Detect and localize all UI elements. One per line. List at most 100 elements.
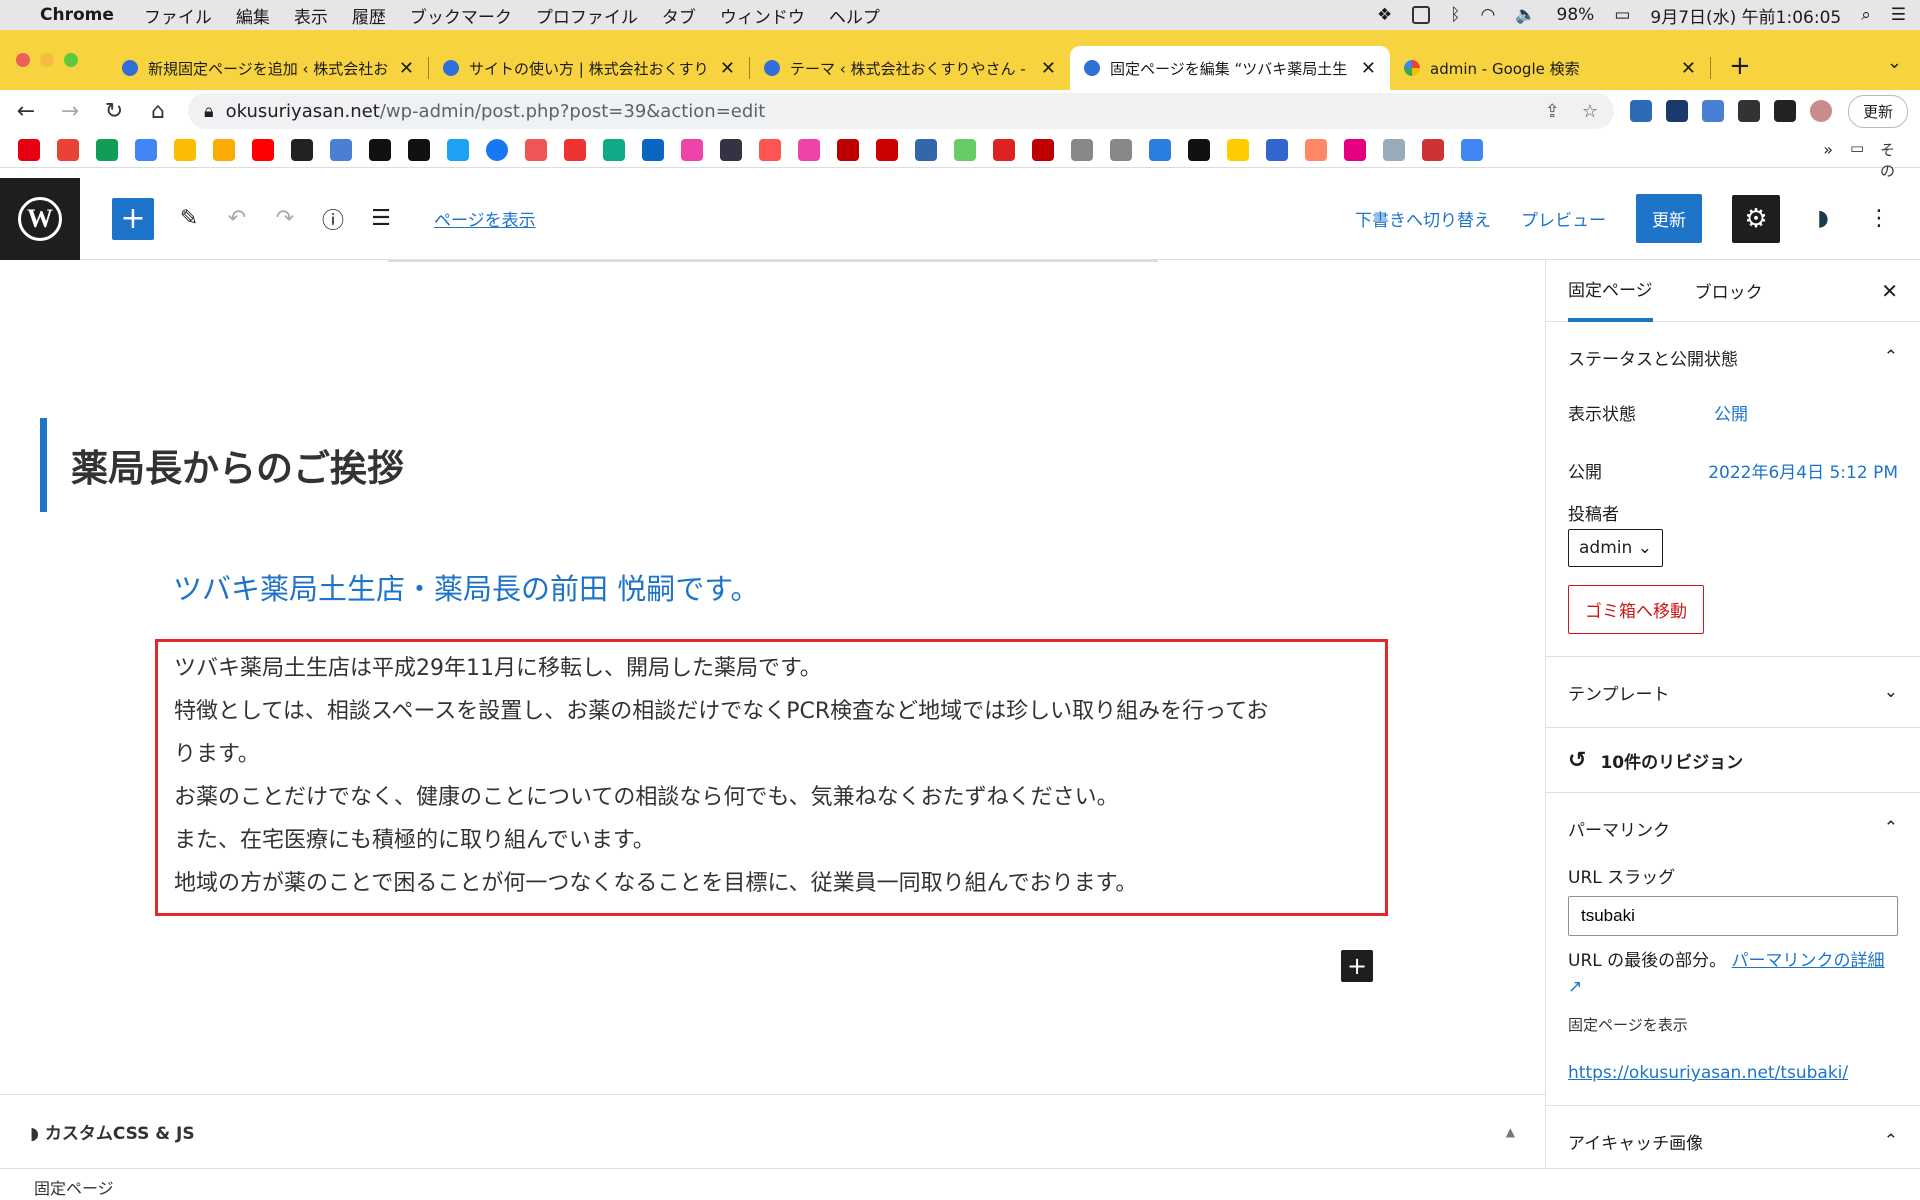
bookmark-icon[interactable] [1344,138,1366,161]
amazon-bookmark-icon[interactable] [408,138,430,161]
permalink-panel-header[interactable]: パーマリンク ⌃ [1568,793,1898,863]
new-tab-icon[interactable]: + [1729,51,1751,81]
tv-bookmark-icon[interactable] [291,138,313,161]
revisions-link[interactable]: 10件のリビジョン [1600,748,1743,773]
undo-icon[interactable]: ↶ [224,206,250,231]
more-bookmarks-icon[interactable]: » [1823,140,1833,159]
back-icon[interactable]: ← [12,99,40,124]
bookmark-icon[interactable] [1149,138,1171,161]
bookmark-icon[interactable] [1227,138,1249,161]
block-inserter-button[interactable]: + [112,197,154,240]
rakuten-bookmark-icon[interactable] [1032,138,1054,161]
close-tab-icon[interactable]: ✕ [720,58,735,79]
folder-icon[interactable] [1110,138,1132,161]
menu-history[interactable]: 履歴 [352,3,386,28]
menu-bookmarks[interactable]: ブックマーク [410,3,512,28]
battery-icon[interactable]: ▭ [1614,5,1630,25]
a8-bookmark-icon[interactable] [876,138,898,161]
menu-window[interactable]: ウィンドウ [720,3,805,28]
twitter-bookmark-icon[interactable] [447,138,469,161]
visibility-toggle[interactable]: 公開 [1714,400,1748,425]
menu-tab[interactable]: タブ [662,3,696,28]
browser-tab[interactable]: テーマ ‹ 株式会社おくすりやさん - ✕ [750,46,1070,90]
drive-bookmark-icon[interactable] [174,138,196,161]
settings-gear-icon[interactable]: ⚙ [1732,194,1780,243]
wordpress-logo-button[interactable]: W [0,177,80,260]
move-to-trash-button[interactable]: ゴミ箱へ移動 [1568,585,1704,634]
spotlight-icon[interactable]: ⌕ [1861,5,1871,25]
browser-tab[interactable]: サイトの使い方 | 株式会社おくすり ✕ [429,46,749,90]
bookmark-icon[interactable] [525,138,547,161]
page-url-link[interactable]: https://okusuriyasan.net/tsubaki/ [1568,1063,1848,1083]
redo-icon[interactable]: ↷ [272,206,298,231]
permalink-docs-link[interactable]: パーマリンクの詳細 [1732,951,1885,971]
close-window-button[interactable] [16,53,30,67]
bookmark-icon[interactable] [798,138,820,161]
google-bookmark-icon[interactable] [1461,138,1483,161]
jetpack-icon[interactable]: ◗ [1810,206,1836,231]
menu-edit[interactable]: 編集 [236,3,270,28]
switch-to-draft-button[interactable]: 下書きへ切り替え [1355,206,1491,231]
docs-bookmark-icon[interactable] [135,138,157,161]
bookmark-icon[interactable] [603,138,625,161]
bookmark-icon[interactable] [681,138,703,161]
avatar[interactable] [1809,100,1832,122]
bookmark-icon[interactable] [915,138,937,161]
preview-button[interactable]: プレビュー [1521,206,1606,231]
bookmark-icon[interactable] [1305,138,1327,161]
home-icon[interactable]: ⌂ [144,99,172,124]
tab-block[interactable]: ブロック [1695,278,1763,303]
puzzle-icon[interactable] [1737,100,1760,122]
status-panel-header[interactable]: ステータスと公開状態 ⌃ [1568,322,1898,392]
status-icon[interactable] [1412,6,1431,24]
bookmark-icon[interactable] [564,138,586,161]
minimize-window-button[interactable] [40,53,54,67]
translate-bookmark-icon[interactable] [330,138,352,161]
dropbox-icon[interactable]: ❖ [1377,5,1392,25]
yahoo-bookmark-icon[interactable] [18,138,40,161]
forward-icon[interactable]: → [56,99,84,124]
close-tab-icon[interactable]: ✕ [1361,58,1376,79]
menu-file[interactable]: ファイル [144,3,212,28]
share-icon[interactable]: ⇪ [1545,101,1560,122]
custom-css-js-metabox[interactable]: ◗ カスタムCSS & JS ▲ [0,1094,1545,1168]
edit-tool-icon[interactable]: ✎ [176,206,202,231]
bookmark-icon[interactable] [720,138,742,161]
revisions-panel[interactable]: ↺ 10件のリビジョン [1546,728,1920,793]
close-icon[interactable]: ✕ [1881,279,1898,303]
flag-bookmark-icon[interactable] [1266,138,1288,161]
zoom-window-button[interactable] [64,53,78,67]
update-button[interactable]: 更新 [1636,194,1702,243]
analytics-bookmark-icon[interactable] [213,138,235,161]
sheets-bookmark-icon[interactable] [96,138,118,161]
heading-block[interactable]: 薬局長からのご挨拶 [40,418,404,512]
lock-icon[interactable]: 🔒︎ [204,101,214,122]
close-tab-icon[interactable]: ✕ [1041,58,1056,79]
facebook-bookmark-icon[interactable] [486,138,508,161]
collapse-triangle-icon[interactable]: ▲ [1506,1125,1515,1139]
browser-tab[interactable]: 新規固定ページを追加 ‹ 株式会社お ✕ [108,46,428,90]
star-icon[interactable]: ☆ [1582,101,1598,122]
url-slug-input[interactable] [1568,896,1898,936]
control-center-icon[interactable]: ☰ [1891,5,1906,25]
view-page-link[interactable]: ページを表示 [434,206,536,231]
youtube-bookmark-icon[interactable] [252,138,274,161]
bookmark-icon[interactable] [1383,138,1405,161]
breadcrumb[interactable]: 固定ページ [0,1168,1920,1200]
details-icon[interactable]: ⓘ [320,203,346,235]
rakuten-bookmark-icon[interactable] [837,138,859,161]
reload-icon[interactable]: ↻ [100,99,128,124]
wifi-icon[interactable]: ◠ [1481,5,1496,25]
clock[interactable]: 9月7日(水) 午前1:06:05 [1650,3,1841,28]
tab-page[interactable]: 固定ページ [1568,260,1653,322]
tab-search-chevron-icon[interactable]: ⌄ [1887,52,1902,73]
amazon-bookmark-icon[interactable] [369,138,391,161]
menu-profiles[interactable]: プロファイル [536,3,638,28]
author-select[interactable]: admin ⌄ [1568,529,1663,567]
add-block-button[interactable]: + [1341,950,1373,982]
featured-image-panel-header[interactable]: アイキャッチ画像 ⌃ [1568,1106,1898,1168]
extension-icon[interactable] [1665,100,1688,122]
list-view-icon[interactable]: ☰ [368,206,394,231]
more-options-icon[interactable]: ⋮ [1866,206,1892,231]
browser-tab[interactable]: admin - Google 検索 ✕ [1390,46,1710,90]
